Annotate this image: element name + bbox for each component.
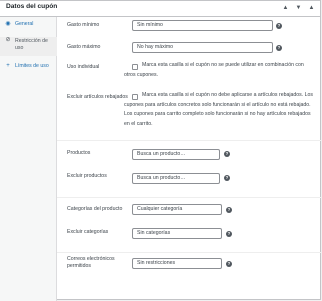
- tab-usage-restriction[interactable]: ⊘ Restricción de uso: [0, 37, 57, 56]
- help-icon[interactable]: ?: [226, 261, 232, 267]
- panel-title: Datos del cupón: [6, 3, 58, 10]
- coupon-tabs: ◉ General ⊘ Restricción de uso + Límites…: [0, 17, 57, 301]
- individual-use-label: Uso individual: [67, 64, 100, 70]
- products-search-input[interactable]: Busca un producto…: [132, 149, 220, 160]
- exclude-products-search-input[interactable]: Busca un producto…: [132, 173, 220, 184]
- products-label: Productos: [67, 150, 91, 156]
- allowed-emails-label: Correos electrónicos permitidos: [67, 256, 115, 269]
- exclude-products-label: Excluir productos: [67, 173, 107, 179]
- tab-general-label: General: [15, 21, 34, 27]
- allowed-emails-input[interactable]: Sin restricciones: [132, 258, 222, 269]
- min-spend-input[interactable]: Sin mínimo: [132, 20, 273, 31]
- help-icon[interactable]: ?: [276, 45, 282, 51]
- tab-usage-limits-label: Límites de uso: [15, 63, 49, 69]
- categories-select[interactable]: Cualquier categoría: [132, 204, 222, 215]
- individual-use-description: Marca esta casilla si el cupón no se pue…: [124, 62, 304, 78]
- section-divider: [57, 140, 321, 141]
- usage-restriction-panel: Gasto mínimo Sin mínimo ? Gasto máximo N…: [57, 17, 321, 301]
- help-icon[interactable]: ?: [276, 23, 282, 29]
- tab-usage-limits[interactable]: + Límites de uso: [0, 63, 57, 71]
- tab-usage-restriction-label: Restricción de uso: [15, 38, 48, 51]
- tab-general[interactable]: ◉ General: [0, 21, 57, 29]
- block-icon: ⊘: [5, 37, 11, 43]
- categories-label: Categorías del producto: [67, 206, 123, 212]
- exclude-sale-description: Marca esta casilla si el cupón no debe a…: [124, 92, 313, 127]
- move-up-icon[interactable]: ▲: [280, 2, 291, 13]
- globe-icon: ◉: [5, 21, 11, 27]
- exclude-categories-select[interactable]: Sin categorías: [132, 228, 222, 239]
- coupon-data-panel: Datos del cupón ▲ ▼ ▲ ◉ General ⊘ Restri…: [0, 0, 321, 301]
- collapse-icon[interactable]: ▲: [306, 2, 317, 13]
- panel-header: Datos del cupón ▲ ▼ ▲: [0, 1, 321, 17]
- section-divider: [57, 197, 321, 198]
- help-icon[interactable]: ?: [224, 151, 230, 157]
- exclude-sale-label: Excluir artículos rebajados: [67, 94, 128, 100]
- help-icon[interactable]: ?: [224, 175, 230, 181]
- help-icon[interactable]: ?: [226, 231, 232, 237]
- max-spend-label: Gasto máximo: [67, 44, 101, 50]
- min-spend-label: Gasto mínimo: [67, 22, 100, 28]
- help-icon[interactable]: ?: [226, 207, 232, 213]
- exclude-categories-label: Excluir categorías: [67, 229, 109, 235]
- move-down-icon[interactable]: ▼: [293, 2, 304, 13]
- max-spend-input[interactable]: No hay máximo: [132, 42, 273, 53]
- plus-icon: +: [6, 63, 10, 69]
- section-divider: [57, 252, 321, 253]
